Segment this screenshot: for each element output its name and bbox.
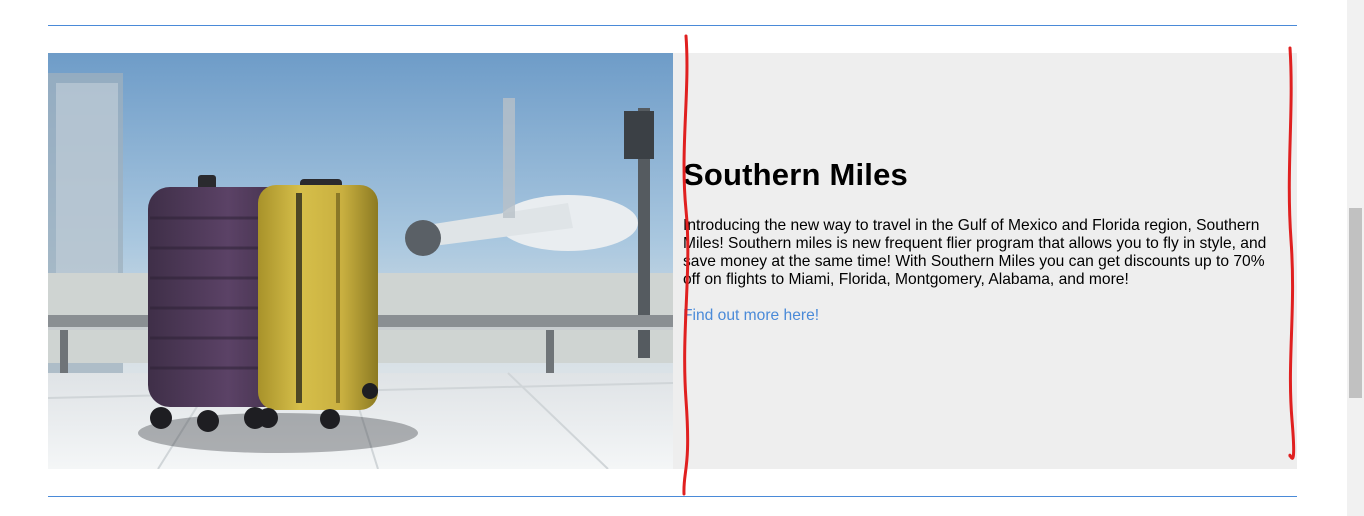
scrollbar-thumb[interactable] bbox=[1349, 208, 1362, 398]
feature-card: Southern Miles Introducing the new way t… bbox=[48, 53, 1297, 469]
feature-title: Southern Miles bbox=[683, 157, 908, 192]
vertical-scrollbar[interactable] bbox=[1347, 0, 1364, 516]
feature-image bbox=[48, 53, 673, 469]
find-out-more-link[interactable]: Find out more here! bbox=[683, 307, 819, 325]
feature-text-panel: Southern Miles Introducing the new way t… bbox=[673, 53, 1297, 469]
bottom-divider bbox=[48, 496, 1297, 497]
feature-description: Introducing the new way to travel in the… bbox=[683, 217, 1267, 288]
top-divider bbox=[48, 25, 1297, 26]
page: Southern Miles Introducing the new way t… bbox=[0, 0, 1364, 516]
